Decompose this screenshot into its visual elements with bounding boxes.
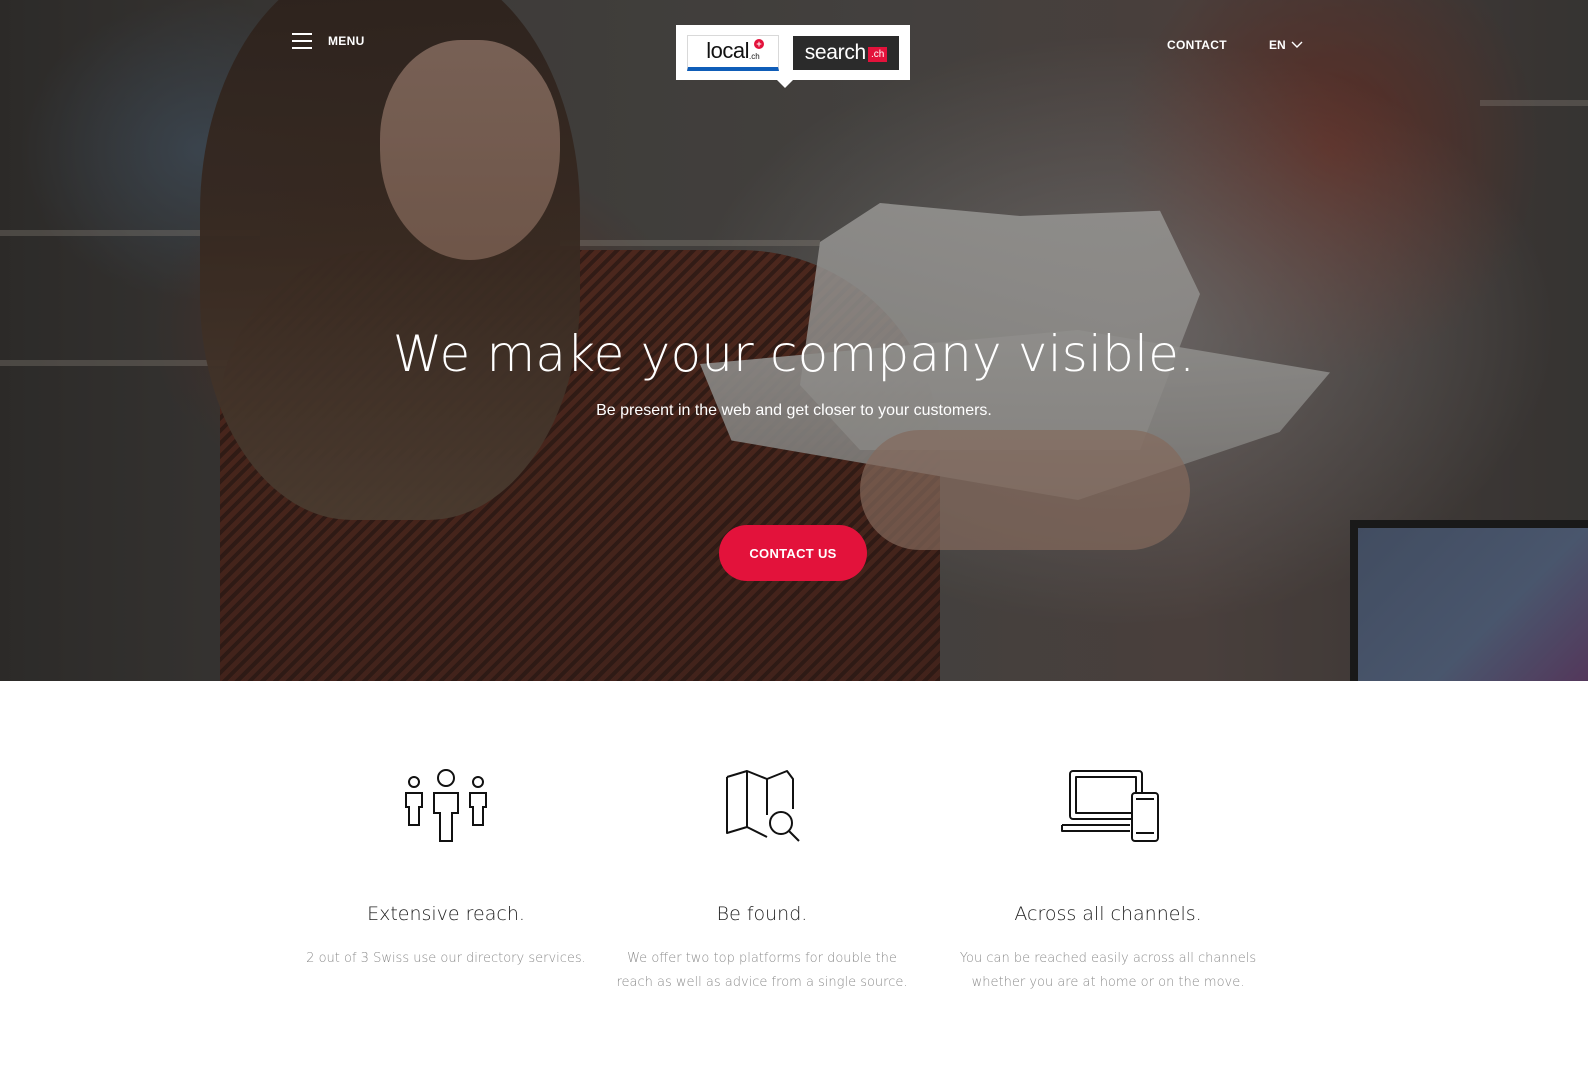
menu-label: MENU <box>328 34 365 48</box>
site-logo[interactable]: local .ch + search .ch <box>676 25 910 88</box>
hero-section: MENU local .ch + search .ch CONTACT EN W… <box>0 0 1588 681</box>
people-icon <box>405 769 487 842</box>
feature-title: Extensive reach. <box>367 903 525 925</box>
chevron-down-icon <box>1291 41 1303 48</box>
feature-title: Across all channels. <box>1014 903 1202 925</box>
hero-subtitle: Be present in the web and get closer to … <box>596 402 992 419</box>
language-selector[interactable]: EN <box>1269 38 1303 52</box>
local-logo-suffix: .ch <box>749 51 760 61</box>
nav-contact-link[interactable]: CONTACT <box>1167 38 1227 52</box>
features-section: Extensive reach. 2 out of 3 Swiss use ou… <box>0 681 1588 1075</box>
local-ch-logo: local .ch + <box>687 34 779 71</box>
menu-button[interactable]: MENU <box>292 33 365 49</box>
feature-description: You can be reached easily across all cha… <box>959 951 1257 990</box>
hero-title: We make your company visible. <box>392 325 1196 383</box>
contact-us-button[interactable]: CONTACT US <box>719 525 867 581</box>
swiss-cross-icon: + <box>754 38 764 49</box>
devices-icon <box>1061 770 1159 842</box>
hamburger-icon <box>292 33 312 49</box>
search-logo-suffix: .ch <box>867 47 888 62</box>
local-logo-text: local <box>706 38 750 63</box>
map-search-icon <box>726 770 800 842</box>
search-ch-logo: search .ch <box>793 35 899 70</box>
feature-description: 2 out of 3 Swiss use our directory servi… <box>306 951 586 966</box>
feature-description: We offer two top platforms for double th… <box>616 951 908 990</box>
language-label: EN <box>1269 38 1286 52</box>
feature-title: Be found. <box>716 903 808 925</box>
search-logo-text: search <box>804 40 867 64</box>
